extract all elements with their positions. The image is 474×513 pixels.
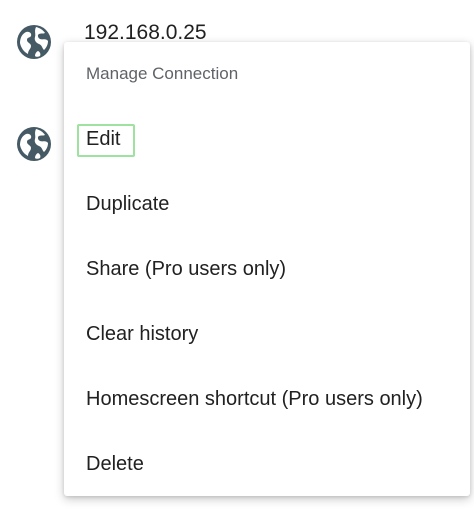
menu-item-edit[interactable]: Edit: [64, 115, 470, 165]
menu-item-share[interactable]: Share (Pro users only): [64, 245, 470, 295]
menu-item-label: Homescreen shortcut (Pro users only): [86, 388, 423, 410]
globe-icon: [17, 25, 51, 59]
menu-item-label: Edit: [86, 128, 121, 150]
globe-icon: [17, 127, 51, 161]
menu-item-label: Share (Pro users only): [86, 258, 287, 280]
menu-item-label: Delete: [86, 453, 144, 475]
screen: 192.168.0.25 Manage Connection Edit Dupl…: [0, 0, 474, 513]
menu-item-label: Duplicate: [86, 193, 170, 215]
menu-title: Manage Connection: [86, 64, 239, 83]
menu-item-clear-history[interactable]: Clear history: [64, 310, 470, 360]
menu-item-duplicate[interactable]: Duplicate: [64, 180, 470, 230]
menu-item-delete[interactable]: Delete: [64, 440, 470, 490]
manage-connection-menu: Manage Connection Edit Duplicate Share (…: [64, 42, 470, 496]
menu-item-label: Clear history: [86, 323, 199, 345]
menu-item-homescreen-shortcut[interactable]: Homescreen shortcut (Pro users only): [64, 375, 470, 425]
